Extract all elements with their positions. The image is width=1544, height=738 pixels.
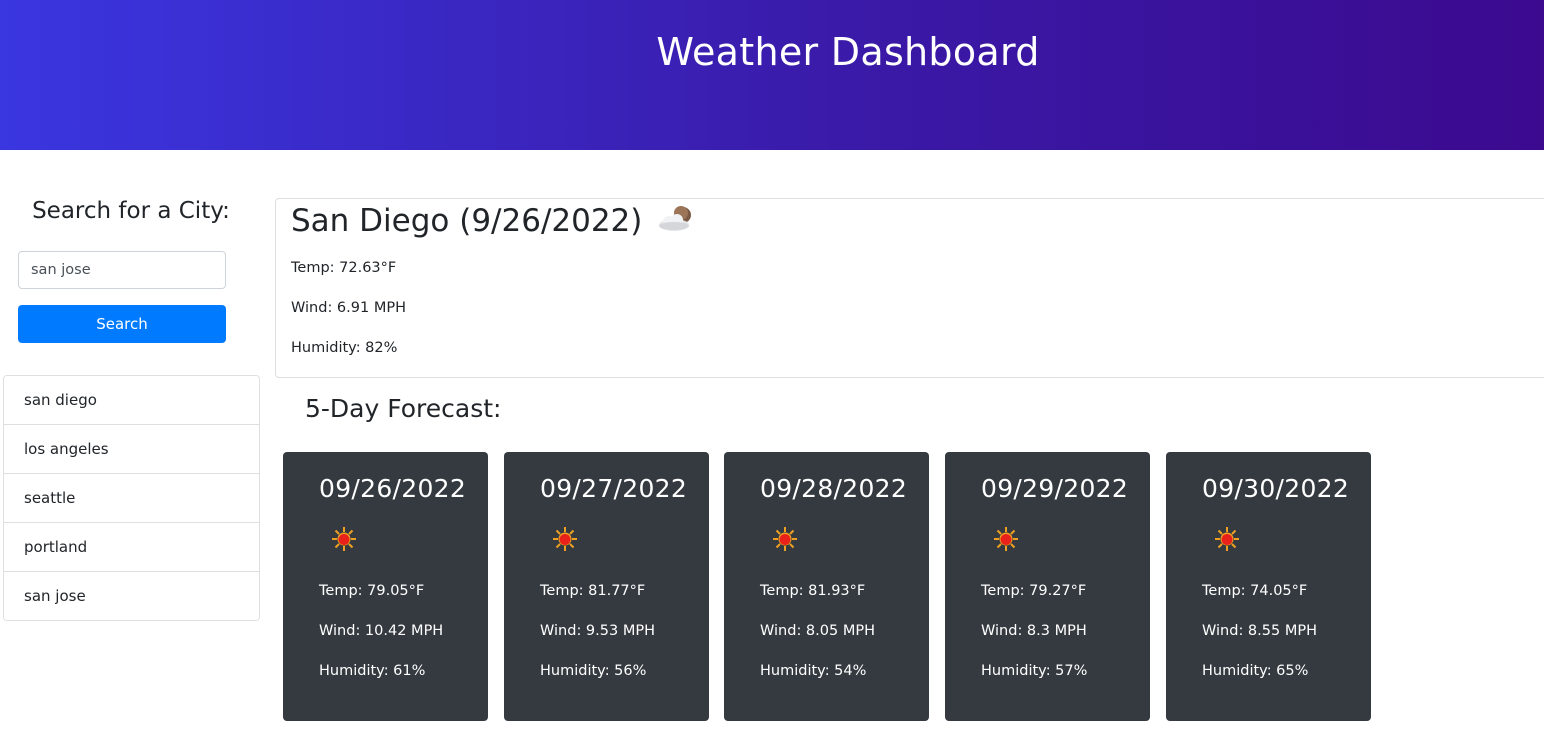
- forecast-title: 5-Day Forecast:: [305, 394, 502, 423]
- sun-icon: [1215, 527, 1239, 551]
- forecast-wind: Wind: 8.05 MPH: [760, 623, 875, 639]
- search-button[interactable]: Search: [18, 305, 226, 343]
- history-item-portland[interactable]: portland: [4, 523, 259, 572]
- history-item-san-jose[interactable]: san jose: [4, 572, 259, 620]
- search-title: Search for a City:: [32, 198, 230, 224]
- forecast-temp: Temp: 79.27°F: [981, 583, 1087, 599]
- forecast-humidity: Humidity: 65%: [1202, 663, 1309, 679]
- sun-icon: [773, 527, 797, 551]
- forecast-card: 09/28/2022 Temp: 81.93°F Wind: 8.05 MPH …: [724, 452, 929, 721]
- current-weather-card: San Diego (9/26/2022) Temp: 72.63°F Wind…: [275, 198, 1544, 378]
- forecast-date: 09/27/2022: [540, 474, 688, 503]
- forecast-date: 09/29/2022: [981, 474, 1129, 503]
- forecast-date: 09/26/2022: [319, 474, 467, 503]
- forecast-wind: Wind: 9.53 MPH: [540, 623, 655, 639]
- forecast-humidity: Humidity: 57%: [981, 663, 1088, 679]
- forecast-temp: Temp: 81.77°F: [540, 583, 646, 599]
- search-history-list: san diego los angeles seattle portland s…: [3, 375, 260, 621]
- history-item-seattle[interactable]: seattle: [4, 474, 259, 523]
- search-input[interactable]: [18, 251, 226, 289]
- current-city-heading: San Diego (9/26/2022): [291, 203, 696, 239]
- forecast-date: 09/30/2022: [1202, 474, 1350, 503]
- page-title: Weather Dashboard: [656, 30, 1040, 74]
- forecast-wind: Wind: 10.42 MPH: [319, 623, 444, 639]
- forecast-card: 09/27/2022 Temp: 81.77°F Wind: 9.53 MPH …: [504, 452, 709, 721]
- history-item-san-diego[interactable]: san diego: [4, 376, 259, 425]
- forecast-date: 09/28/2022: [760, 474, 908, 503]
- forecast-card: 09/26/2022 Temp: 79.05°F Wind: 10.42 MPH…: [283, 452, 488, 721]
- history-item-los-angeles[interactable]: los angeles: [4, 425, 259, 474]
- forecast-temp: Temp: 79.05°F: [319, 583, 425, 599]
- current-city-label: San Diego (9/26/2022): [291, 203, 643, 239]
- forecast-card: 09/30/2022 Temp: 74.05°F Wind: 8.55 MPH …: [1166, 452, 1371, 721]
- sun-icon: [332, 527, 356, 551]
- forecast-humidity: Humidity: 54%: [760, 663, 867, 679]
- page-header: Weather Dashboard: [0, 0, 1544, 150]
- forecast-wind: Wind: 8.55 MPH: [1202, 623, 1317, 639]
- forecast-humidity: Humidity: 56%: [540, 663, 647, 679]
- forecast-humidity: Humidity: 61%: [319, 663, 426, 679]
- current-wind: Wind: 6.91 MPH: [291, 300, 406, 316]
- sun-icon: [553, 527, 577, 551]
- forecast-card: 09/29/2022 Temp: 79.27°F Wind: 8.3 MPH H…: [945, 452, 1150, 721]
- current-temp: Temp: 72.63°F: [291, 260, 397, 276]
- sun-icon: [994, 527, 1018, 551]
- forecast-temp: Temp: 74.05°F: [1202, 583, 1308, 599]
- current-humidity: Humidity: 82%: [291, 340, 398, 356]
- forecast-temp: Temp: 81.93°F: [760, 583, 866, 599]
- forecast-wind: Wind: 8.3 MPH: [981, 623, 1087, 639]
- cloud-moon-icon: [656, 205, 696, 238]
